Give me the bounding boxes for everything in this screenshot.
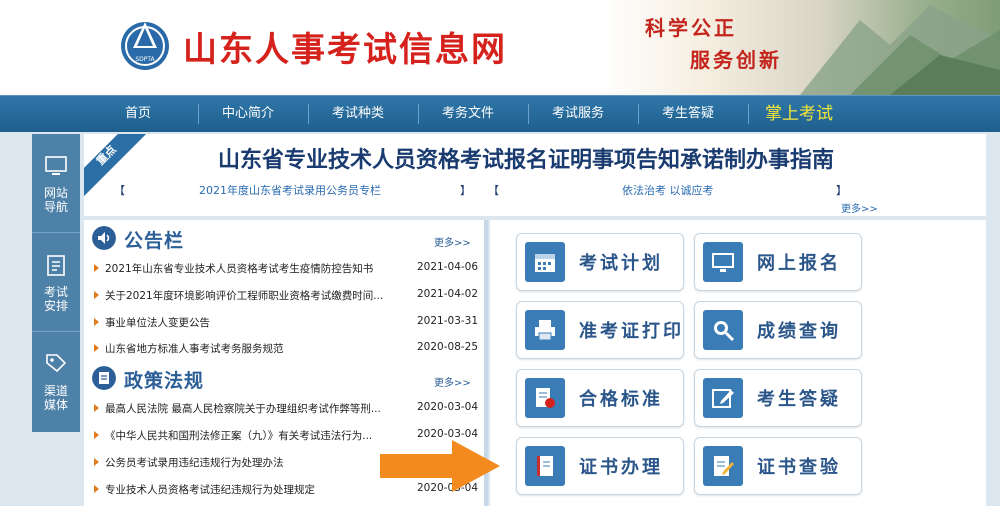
speaker-icon <box>92 226 116 250</box>
certificate-processing-button[interactable]: 证书办理 <box>516 437 684 495</box>
admission-ticket-print-button[interactable]: 准考证打印 <box>516 301 684 359</box>
bullet-arrow-icon <box>94 404 99 412</box>
list-item[interactable]: 最高人民法院 最高人民检察院关于办理组织考试作弊等刑... 2020-03-04 <box>94 399 479 419</box>
bracket-open: 【 <box>114 184 125 197</box>
bulletin-more-link[interactable]: 更多>> <box>434 234 471 249</box>
bullet-arrow-icon <box>94 264 99 272</box>
sidebar-label: 网站 导航 <box>43 186 68 214</box>
ribbon-text: 重点 <box>93 142 119 168</box>
clipboard-icon <box>47 255 65 276</box>
quick-sidebar: 网站 导航 考试 安排 渠道 媒体 <box>32 134 80 432</box>
headline-banner: 重点 山东省专业技术人员资格考试报名证明事项告知承诺制办事指南 【 2021年度… <box>84 134 986 216</box>
list-item[interactable]: 事业单位法人变更公告 2021-03-31 <box>94 313 479 333</box>
sidebar-label: 渠道 媒体 <box>43 384 68 412</box>
banner-more-link[interactable]: 更多>> <box>841 200 878 215</box>
nav-separator <box>198 104 199 124</box>
printer-icon <box>525 310 565 350</box>
monitor-icon <box>45 156 67 175</box>
nav-mobile-exam[interactable]: 掌上考试 <box>744 96 854 132</box>
slogan-line2: 服务创新 <box>690 48 782 72</box>
monitor-icon <box>703 242 743 282</box>
slogan-line1: 科学公正 <box>645 16 737 40</box>
nav-separator <box>308 104 309 124</box>
nav-exam-services[interactable]: 考试服务 <box>538 96 618 132</box>
policy-title: 政策法规 <box>124 370 205 392</box>
site-title[interactable]: 山东人事考试信息网 <box>183 22 507 71</box>
exam-plan-button[interactable]: 考试计划 <box>516 233 684 291</box>
list-item[interactable]: 关于2021年度环境影响评价工程师职业资格考试缴费时间... 2021-04-0… <box>94 286 479 306</box>
sidebar-item-site-nav[interactable]: 网站 导航 <box>32 134 80 233</box>
civil-servant-link[interactable]: 2021年度山东省考试录用公务员专栏 <box>199 182 381 198</box>
logo-text: SDPTA <box>135 56 155 63</box>
bullet-arrow-icon <box>94 485 99 493</box>
bulletin-title: 公告栏 <box>124 230 185 252</box>
integrity-link[interactable]: 依法治考 以诚应考 <box>622 182 714 198</box>
headline-title[interactable]: 山东省专业技术人员资格考试报名证明事项告知承诺制办事指南 <box>166 142 886 174</box>
bracket-close: 】 <box>460 184 471 197</box>
bracket-close: 】 <box>836 184 847 197</box>
site-header: SDPTA 山东人事考试信息网 科学公正 服务创新 <box>0 0 1000 95</box>
sidebar-label: 考试 安排 <box>43 285 68 313</box>
book-icon <box>92 366 116 390</box>
tag-icon <box>46 354 67 373</box>
bullet-arrow-icon <box>94 318 99 326</box>
document-check-icon <box>703 446 743 486</box>
online-registration-button[interactable]: 网上报名 <box>694 233 862 291</box>
nav-home[interactable]: 首页 <box>98 96 178 132</box>
nav-separator <box>418 104 419 124</box>
list-item[interactable]: 山东省地方标准人事考试考务服务规范 2020-08-25 <box>94 339 479 359</box>
bullet-arrow-icon <box>94 344 99 352</box>
book-icon <box>525 446 565 486</box>
certificate-verification-button[interactable]: 证书查验 <box>694 437 862 495</box>
bullet-arrow-icon <box>94 431 99 439</box>
bracket-open: 【 <box>488 184 499 197</box>
bullet-arrow-icon <box>94 291 99 299</box>
service-grid: 考试计划 网上报名 准考证打印 成绩查询 合格标准 考生答疑 证书办理 证书查验 <box>490 220 986 506</box>
nav-exam-docs[interactable]: 考务文件 <box>428 96 508 132</box>
nav-separator <box>638 104 639 124</box>
nav-about[interactable]: 中心简介 <box>208 96 288 132</box>
pass-standard-button[interactable]: 合格标准 <box>516 369 684 427</box>
nav-faq[interactable]: 考生答疑 <box>648 96 728 132</box>
certificate-icon <box>525 378 565 418</box>
magnifier-icon <box>703 310 743 350</box>
policy-more-link[interactable]: 更多>> <box>434 374 471 389</box>
list-item[interactable]: 2021年山东省专业技术人员资格考试考生疫情防控告知书 2021-04-06 <box>94 259 479 279</box>
faq-button[interactable]: 考生答疑 <box>694 369 862 427</box>
sidebar-item-media[interactable]: 渠道 媒体 <box>32 332 80 430</box>
site-logo-icon[interactable]: SDPTA <box>115 14 175 74</box>
score-query-button[interactable]: 成绩查询 <box>694 301 862 359</box>
orange-pointer-arrow-icon <box>380 440 500 492</box>
sidebar-item-exam-schedule[interactable]: 考试 安排 <box>32 233 80 332</box>
main-nav: 首页 中心简介 考试种类 考务文件 考试服务 考生答疑 掌上考试 <box>0 95 1000 132</box>
edit-icon <box>703 378 743 418</box>
nav-exam-types[interactable]: 考试种类 <box>318 96 398 132</box>
nav-separator <box>528 104 529 124</box>
bullet-arrow-icon <box>94 458 99 466</box>
calendar-icon <box>525 242 565 282</box>
